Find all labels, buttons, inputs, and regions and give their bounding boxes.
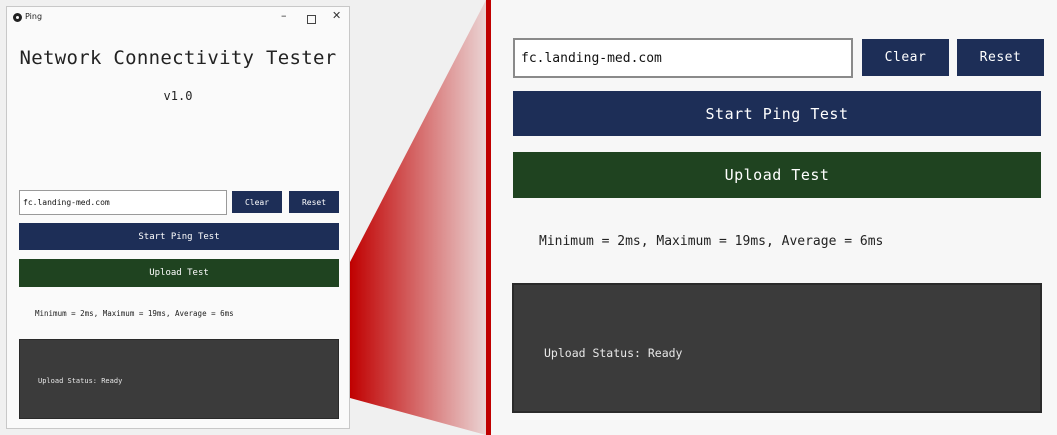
minimize-icon[interactable]: – xyxy=(281,10,287,22)
zoom-status-panel: Upload Status: Ready xyxy=(512,283,1042,413)
zoom-upload-status: Upload Status: Ready xyxy=(544,346,683,360)
version-label: v1.0 xyxy=(163,89,193,103)
clear-button[interactable]: Clear xyxy=(232,191,282,213)
zoom-reset-button[interactable]: Reset xyxy=(957,39,1044,76)
app-icon xyxy=(13,13,22,22)
app-window: Ping – ✕ Network Connectivity Tester v1.… xyxy=(6,6,350,429)
zoom-upload-test-button[interactable]: Upload Test xyxy=(513,152,1041,198)
title-bar: Ping – ✕ xyxy=(7,7,349,31)
reset-button[interactable]: Reset xyxy=(289,191,339,213)
status-panel: Upload Status: Ready xyxy=(19,339,339,419)
zoom-clear-button[interactable]: Clear xyxy=(862,39,949,76)
start-ping-button[interactable]: Start Ping Test xyxy=(19,223,339,250)
zoom-ping-stats: Minimum = 2ms, Maximum = 19ms, Average =… xyxy=(539,234,884,249)
app-title: Network Connectivity Tester xyxy=(19,47,337,69)
zoom-start-ping-button[interactable]: Start Ping Test xyxy=(513,91,1041,136)
ping-stats: Minimum = 2ms, Maximum = 19ms, Average =… xyxy=(35,309,234,318)
zoom-host-input[interactable] xyxy=(513,38,853,78)
upload-status: Upload Status: Ready xyxy=(38,377,123,385)
close-icon[interactable]: ✕ xyxy=(332,10,341,22)
maximize-icon[interactable] xyxy=(307,15,316,24)
window-title: Ping xyxy=(25,12,43,21)
upload-test-button[interactable]: Upload Test xyxy=(19,259,339,287)
zoom-panel: Clear Reset Start Ping Test Upload Test … xyxy=(486,0,1057,435)
host-input[interactable] xyxy=(19,190,227,215)
